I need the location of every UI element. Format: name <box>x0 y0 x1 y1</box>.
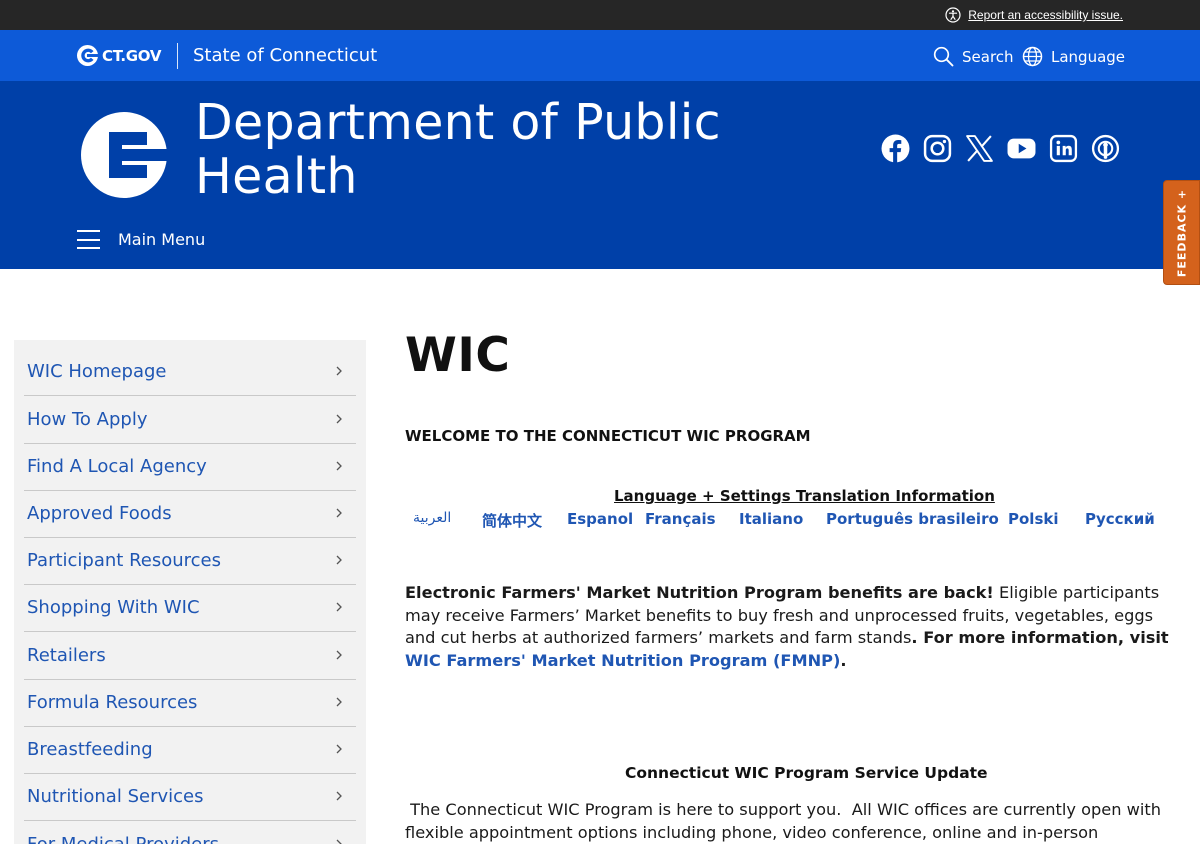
chevron-right-icon <box>336 650 342 660</box>
sidebar-item-label: Shopping With WIC <box>27 597 200 618</box>
language-link-portuguese[interactable]: Português brasileiro <box>826 510 999 528</box>
sidebar-item-label: Formula Resources <box>27 692 198 713</box>
fmnp-link[interactable]: WIC Farmers' Market Nutrition Program (F… <box>405 651 840 670</box>
service-update-heading: Connecticut WIC Program Service Update <box>625 764 988 782</box>
sidebar-item-label: Nutritional Services <box>27 786 204 807</box>
language-label: Language <box>1051 47 1126 66</box>
chevron-right-icon <box>336 791 342 801</box>
x-icon[interactable] <box>965 132 994 164</box>
sidebar-item-label: WIC Homepage <box>27 361 167 382</box>
page-title: WIC <box>405 328 511 383</box>
podcast-icon[interactable] <box>1091 132 1120 164</box>
sidebar-item-formula-resources[interactable]: Formula Resources <box>24 680 356 727</box>
language-link-russian[interactable]: Русский <box>1085 510 1155 528</box>
accessibility-icon <box>945 7 961 23</box>
dph-logo-icon[interactable] <box>81 112 167 198</box>
fmnp-end: . <box>840 650 847 670</box>
chevron-right-icon <box>336 508 342 518</box>
ctgov-logo[interactable]: CT.GOV <box>77 45 161 66</box>
hamburger-icon <box>77 230 100 249</box>
feedback-label: FEEDBACK + <box>1175 188 1188 277</box>
sidebar-item-label: Retailers <box>27 645 106 666</box>
welcome-heading: WELCOME TO THE CONNECTICUT WIC PROGRAM <box>405 427 811 445</box>
language-link-polish[interactable]: Polski <box>1008 510 1059 528</box>
ctgov-logo-icon <box>77 45 98 66</box>
service-update-text: The Connecticut WIC Program is here to s… <box>405 800 1161 842</box>
sidebar-item-approved-foods[interactable]: Approved Foods <box>24 491 356 538</box>
sidebar-item-label: Approved Foods <box>27 503 172 524</box>
search-icon <box>933 46 954 67</box>
fmnp-more-info: . For more information, visit <box>911 628 1169 647</box>
ctgov-divider <box>177 43 178 69</box>
facebook-icon[interactable] <box>881 132 910 164</box>
main-menu-label: Main Menu <box>118 230 206 249</box>
agency-title[interactable]: Department of Public Health <box>195 96 755 204</box>
language-link-spanish[interactable]: Espanol <box>567 510 633 528</box>
sidebar-item-retailers[interactable]: Retailers <box>24 633 356 680</box>
chevron-right-icon <box>336 555 342 565</box>
language-link-chinese[interactable]: 简体中文 <box>482 510 542 531</box>
sidebar-item-label: Participant Resources <box>27 550 222 571</box>
state-name[interactable]: State of Connecticut <box>193 45 377 66</box>
globe-icon <box>1022 46 1043 67</box>
social-links <box>881 132 1120 164</box>
fmnp-paragraph: Electronic Farmers' Market Nutrition Pro… <box>405 582 1170 672</box>
sidebar-item-nutritional-services[interactable]: Nutritional Services <box>24 774 356 821</box>
ctgov-logo-text: CT.GOV <box>102 46 162 65</box>
language-settings-heading[interactable]: Language + Settings Translation Informat… <box>614 487 995 505</box>
utility-bar: Report an accessibility issue. <box>0 0 1200 30</box>
sidebar-item-label: How To Apply <box>27 409 148 430</box>
sidebar-item-participant-resources[interactable]: Participant Resources <box>24 538 356 585</box>
youtube-icon[interactable] <box>1007 132 1036 164</box>
feedback-tab[interactable]: FEEDBACK + <box>1163 180 1200 285</box>
chevron-right-icon <box>336 744 342 754</box>
chevron-right-icon <box>336 366 342 376</box>
fmnp-bold-intro: Electronic Farmers' Market Nutrition Pro… <box>405 583 994 602</box>
sidebar-item-label: Breastfeeding <box>27 739 153 760</box>
sidebar-nav: WIC Homepage How To Apply Find A Local A… <box>14 340 366 844</box>
chevron-right-icon <box>336 461 342 471</box>
linkedin-icon[interactable] <box>1049 132 1078 164</box>
sidebar-item-how-to-apply[interactable]: How To Apply <box>24 397 356 444</box>
chevron-right-icon <box>336 602 342 612</box>
language-link-french[interactable]: Français <box>645 510 716 528</box>
sidebar-item-medical-providers[interactable]: For Medical Providers <box>24 822 356 844</box>
main-menu-button[interactable]: Main Menu <box>77 230 205 249</box>
sidebar-item-shopping-with-wic[interactable]: Shopping With WIC <box>24 585 356 632</box>
agency-title-line2: Health <box>195 148 358 205</box>
agency-header: Department of Public Health Main Menu <box>0 81 1200 269</box>
language-button[interactable]: Language <box>1022 46 1125 67</box>
search-button[interactable]: Search <box>933 46 1014 67</box>
language-link-italian[interactable]: Italiano <box>739 510 803 528</box>
chevron-right-icon <box>336 839 342 844</box>
sidebar-item-label: Find A Local Agency <box>27 456 207 477</box>
sidebar-item-find-local-agency[interactable]: Find A Local Agency <box>24 444 356 491</box>
ctgov-bar: CT.GOV State of Connecticut Search Langu… <box>0 30 1200 81</box>
sidebar-item-breastfeeding[interactable]: Breastfeeding <box>24 727 356 774</box>
chevron-right-icon <box>336 697 342 707</box>
agency-title-line1: Department of Public <box>195 94 721 151</box>
accessibility-report-link[interactable]: Report an accessibility issue. <box>945 7 1123 23</box>
instagram-icon[interactable] <box>923 132 952 164</box>
language-link-arabic[interactable]: العربية <box>413 510 451 526</box>
search-label: Search <box>962 47 1014 66</box>
chevron-right-icon <box>336 414 342 424</box>
sidebar-item-wic-homepage[interactable]: WIC Homepage <box>24 349 356 396</box>
sidebar-item-label: For Medical Providers <box>27 834 219 844</box>
accessibility-link-text[interactable]: Report an accessibility issue. <box>968 8 1123 22</box>
